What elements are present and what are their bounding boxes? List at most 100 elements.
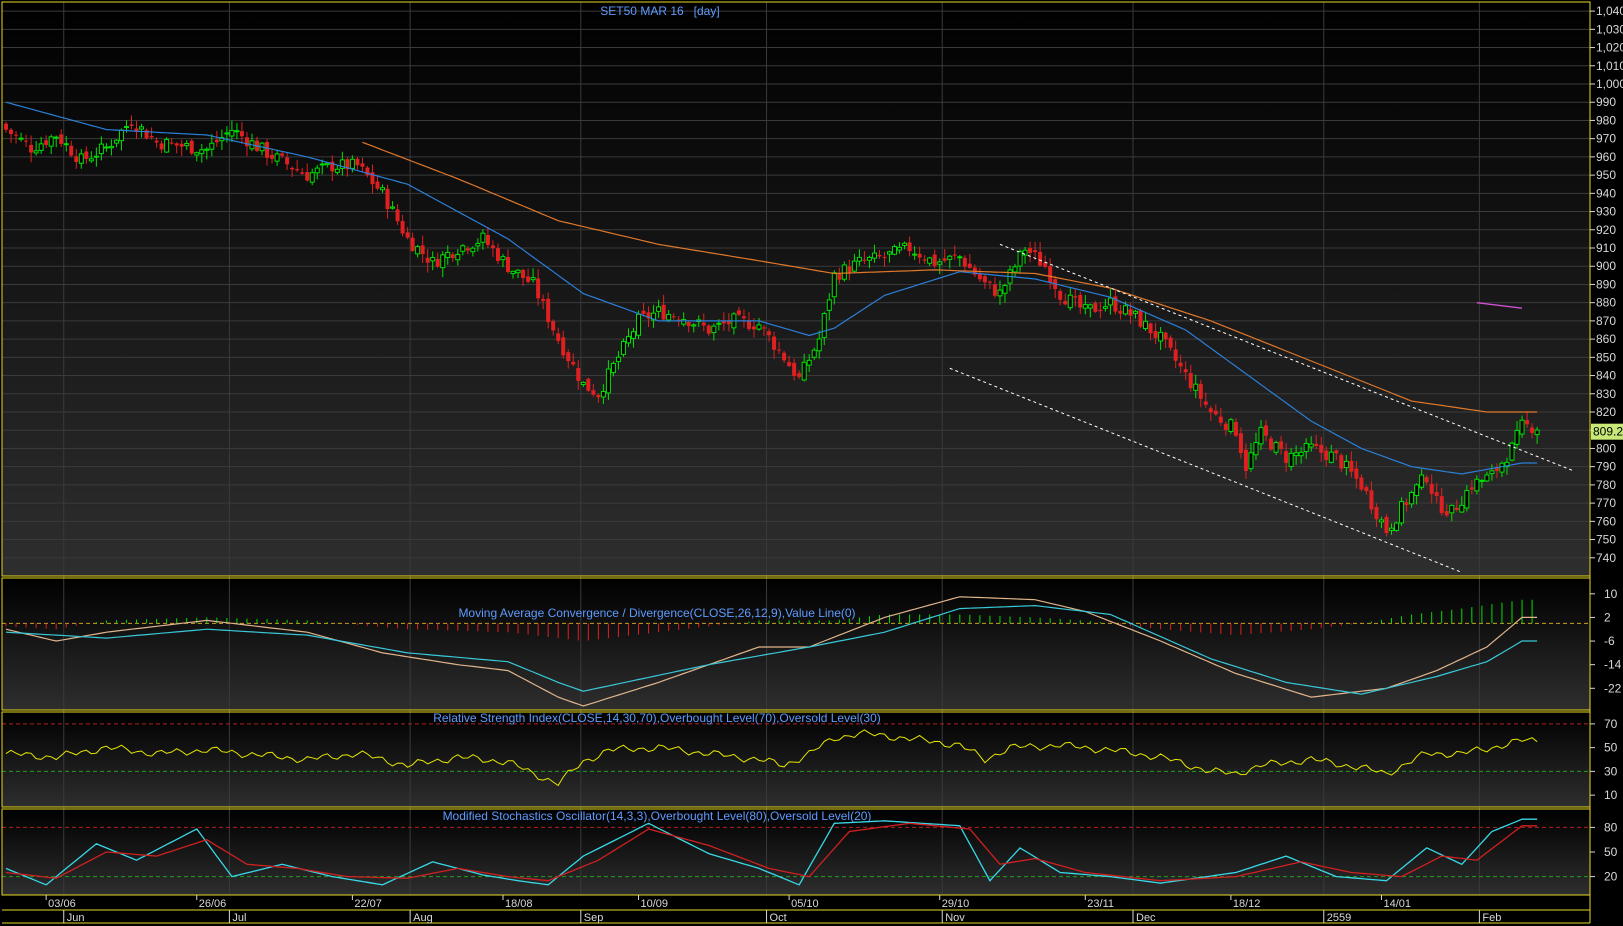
candle-body [982, 276, 987, 283]
candle-body [179, 143, 184, 147]
candle-body [420, 245, 425, 255]
candle-body [541, 298, 546, 301]
candle-body [1243, 449, 1248, 472]
candle-body [1264, 425, 1269, 436]
candle-body [349, 158, 355, 169]
candle-body [113, 139, 119, 144]
stochastic-panel-title: Modified Stochastics Oscillator(14,3,3),… [443, 809, 872, 823]
candle-body [777, 349, 782, 351]
candle-body [1218, 416, 1223, 423]
candle-body [837, 273, 842, 280]
candle-body [1419, 474, 1425, 488]
candle-body [465, 248, 470, 251]
price-panel-title: SET50 MAR 16 [day] [600, 4, 719, 18]
candle-body [485, 235, 490, 245]
candle-body [526, 276, 531, 282]
date-tick-label: 10/09 [641, 898, 669, 910]
candle-body [1248, 452, 1254, 470]
candle-body [1203, 401, 1208, 405]
candle-body [129, 124, 134, 126]
candle-body [214, 139, 219, 143]
candle-body [1384, 516, 1389, 534]
candle-body [762, 327, 767, 329]
candle-body [1193, 383, 1199, 391]
price-tick-label: 880 [1596, 296, 1616, 310]
candle-body [270, 154, 275, 159]
candle-body [821, 313, 827, 339]
candle-body [1107, 297, 1113, 306]
candle-body [1378, 519, 1384, 523]
candle-body [450, 254, 455, 259]
candle-body [892, 246, 898, 255]
price-tick-label: 1,010 [1596, 59, 1623, 73]
candle-body [425, 257, 430, 263]
candle-body [103, 146, 109, 149]
candle-body [1414, 484, 1420, 496]
candle-body [395, 209, 400, 222]
candle-body [1098, 309, 1103, 312]
candle-body [1022, 249, 1028, 256]
candle-body [1479, 479, 1485, 482]
candle-body [1048, 266, 1053, 283]
candle-body [1228, 419, 1234, 432]
candle-body [666, 313, 672, 321]
candle-body [551, 321, 556, 331]
candle-body [1158, 331, 1164, 342]
candle-body [947, 255, 953, 260]
candle-body [1279, 441, 1284, 449]
candle-body [1173, 349, 1178, 361]
candle-body [625, 336, 631, 344]
candle-body [877, 254, 882, 257]
price-tick-label: 770 [1596, 496, 1616, 510]
candle-body [536, 278, 541, 299]
candle-body [932, 254, 937, 266]
candle-body [1233, 421, 1238, 436]
candle-body [1308, 443, 1314, 448]
candle-body [149, 135, 154, 138]
candle-body [59, 134, 64, 144]
candle-body [1067, 294, 1073, 309]
candle-body [1284, 451, 1289, 463]
candle-body [1339, 455, 1344, 469]
price-tick-label: 930 [1596, 205, 1616, 219]
candle-body [118, 129, 124, 142]
candle-body [596, 394, 601, 398]
candle-body [787, 362, 792, 367]
candle-body [285, 157, 290, 165]
candle-body [390, 206, 396, 209]
price-tick-label: 1,030 [1596, 22, 1623, 36]
candle-body [1102, 306, 1108, 309]
candle-body [1093, 303, 1098, 312]
candle-body [1078, 295, 1083, 308]
macd-tick-label: 2 [1604, 610, 1611, 624]
candle-body [1128, 309, 1133, 316]
candle-body [1303, 442, 1309, 452]
candle-body [571, 361, 576, 365]
rsi-tick-label: 10 [1604, 788, 1618, 802]
candle-body [1434, 492, 1439, 497]
month-tick-label: Nov [945, 912, 965, 924]
candle-body [600, 391, 606, 398]
candle-body [681, 319, 687, 325]
candle-body [123, 126, 129, 129]
candle-body [862, 259, 867, 261]
candle-body [1273, 442, 1279, 453]
candle-body [736, 310, 741, 315]
candle-body [610, 362, 616, 374]
candle-body [1389, 527, 1395, 531]
price-tick-label: 1,000 [1596, 77, 1623, 91]
month-tick-label: Jul [232, 912, 246, 924]
candle-body [48, 136, 54, 147]
candle-body [992, 284, 997, 296]
candle-body [1178, 362, 1183, 367]
candle-body [1028, 247, 1033, 253]
rsi-tick-label: 70 [1604, 717, 1618, 731]
macd-panel-title: Moving Average Convergence / Divergence(… [458, 606, 855, 620]
candle-body [887, 251, 893, 255]
candle-body [671, 316, 676, 318]
candle-body [154, 140, 159, 143]
candle-body [9, 129, 14, 135]
price-tick-label: 890 [1596, 277, 1616, 291]
candle-body [1298, 451, 1304, 457]
candle-body [1063, 300, 1068, 305]
